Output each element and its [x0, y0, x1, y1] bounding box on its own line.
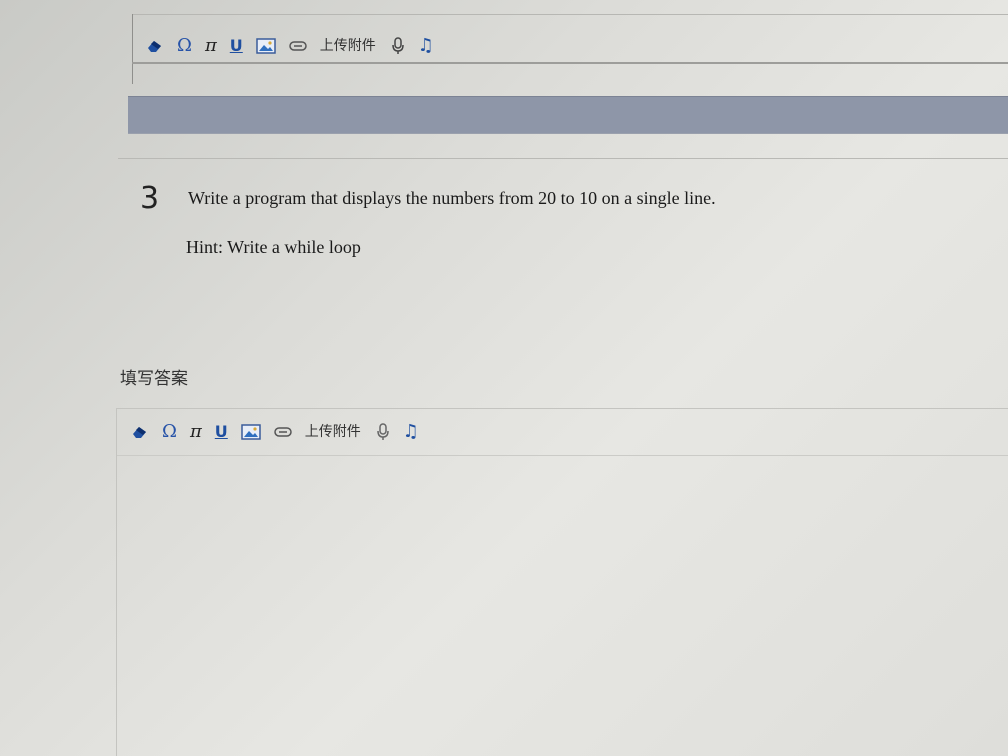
previous-editor-toolbar: Ω π U 上传附件 ♫	[146, 36, 447, 56]
omega-icon[interactable]: Ω	[177, 36, 192, 56]
editor-border-left	[132, 14, 133, 84]
image-icon[interactable]	[256, 36, 276, 56]
page: Ω π U 上传附件 ♫ 3 Write a program that disp…	[0, 0, 1008, 756]
question-text: Write a program that displays the number…	[188, 188, 716, 208]
question-number: 3	[140, 181, 160, 216]
attachment-icon[interactable]	[289, 36, 307, 56]
image-icon[interactable]	[241, 422, 261, 442]
editor-border-top	[132, 14, 1008, 15]
answer-editor: Ω π U 上传附件 ♫	[116, 408, 1008, 756]
pi-icon[interactable]: π	[205, 36, 217, 56]
question-divider	[118, 158, 1008, 159]
answer-text-area[interactable]	[117, 456, 1008, 756]
underline-icon[interactable]: U	[215, 422, 228, 442]
answer-editor-toolbar: Ω π U 上传附件 ♫	[131, 422, 432, 442]
microphone-icon[interactable]	[376, 422, 390, 442]
question-hint: Hint: Write a while loop	[186, 237, 361, 257]
music-icon[interactable]: ♫	[403, 422, 419, 442]
upload-attachment-button[interactable]: 上传附件	[305, 422, 361, 442]
omega-icon[interactable]: Ω	[162, 422, 177, 442]
eraser-icon[interactable]	[131, 422, 149, 442]
toolbar-divider	[132, 62, 1008, 64]
editor-status-bar	[128, 96, 1008, 134]
music-icon[interactable]: ♫	[418, 36, 434, 56]
microphone-icon[interactable]	[391, 36, 405, 56]
answer-label: 填写答案	[120, 369, 188, 389]
pi-icon[interactable]: π	[190, 422, 202, 442]
upload-attachment-button[interactable]: 上传附件	[320, 36, 376, 56]
eraser-icon[interactable]	[146, 36, 164, 56]
previous-answer-editor: Ω π U 上传附件 ♫	[128, 14, 1008, 134]
attachment-icon[interactable]	[274, 422, 292, 442]
underline-icon[interactable]: U	[230, 36, 243, 56]
